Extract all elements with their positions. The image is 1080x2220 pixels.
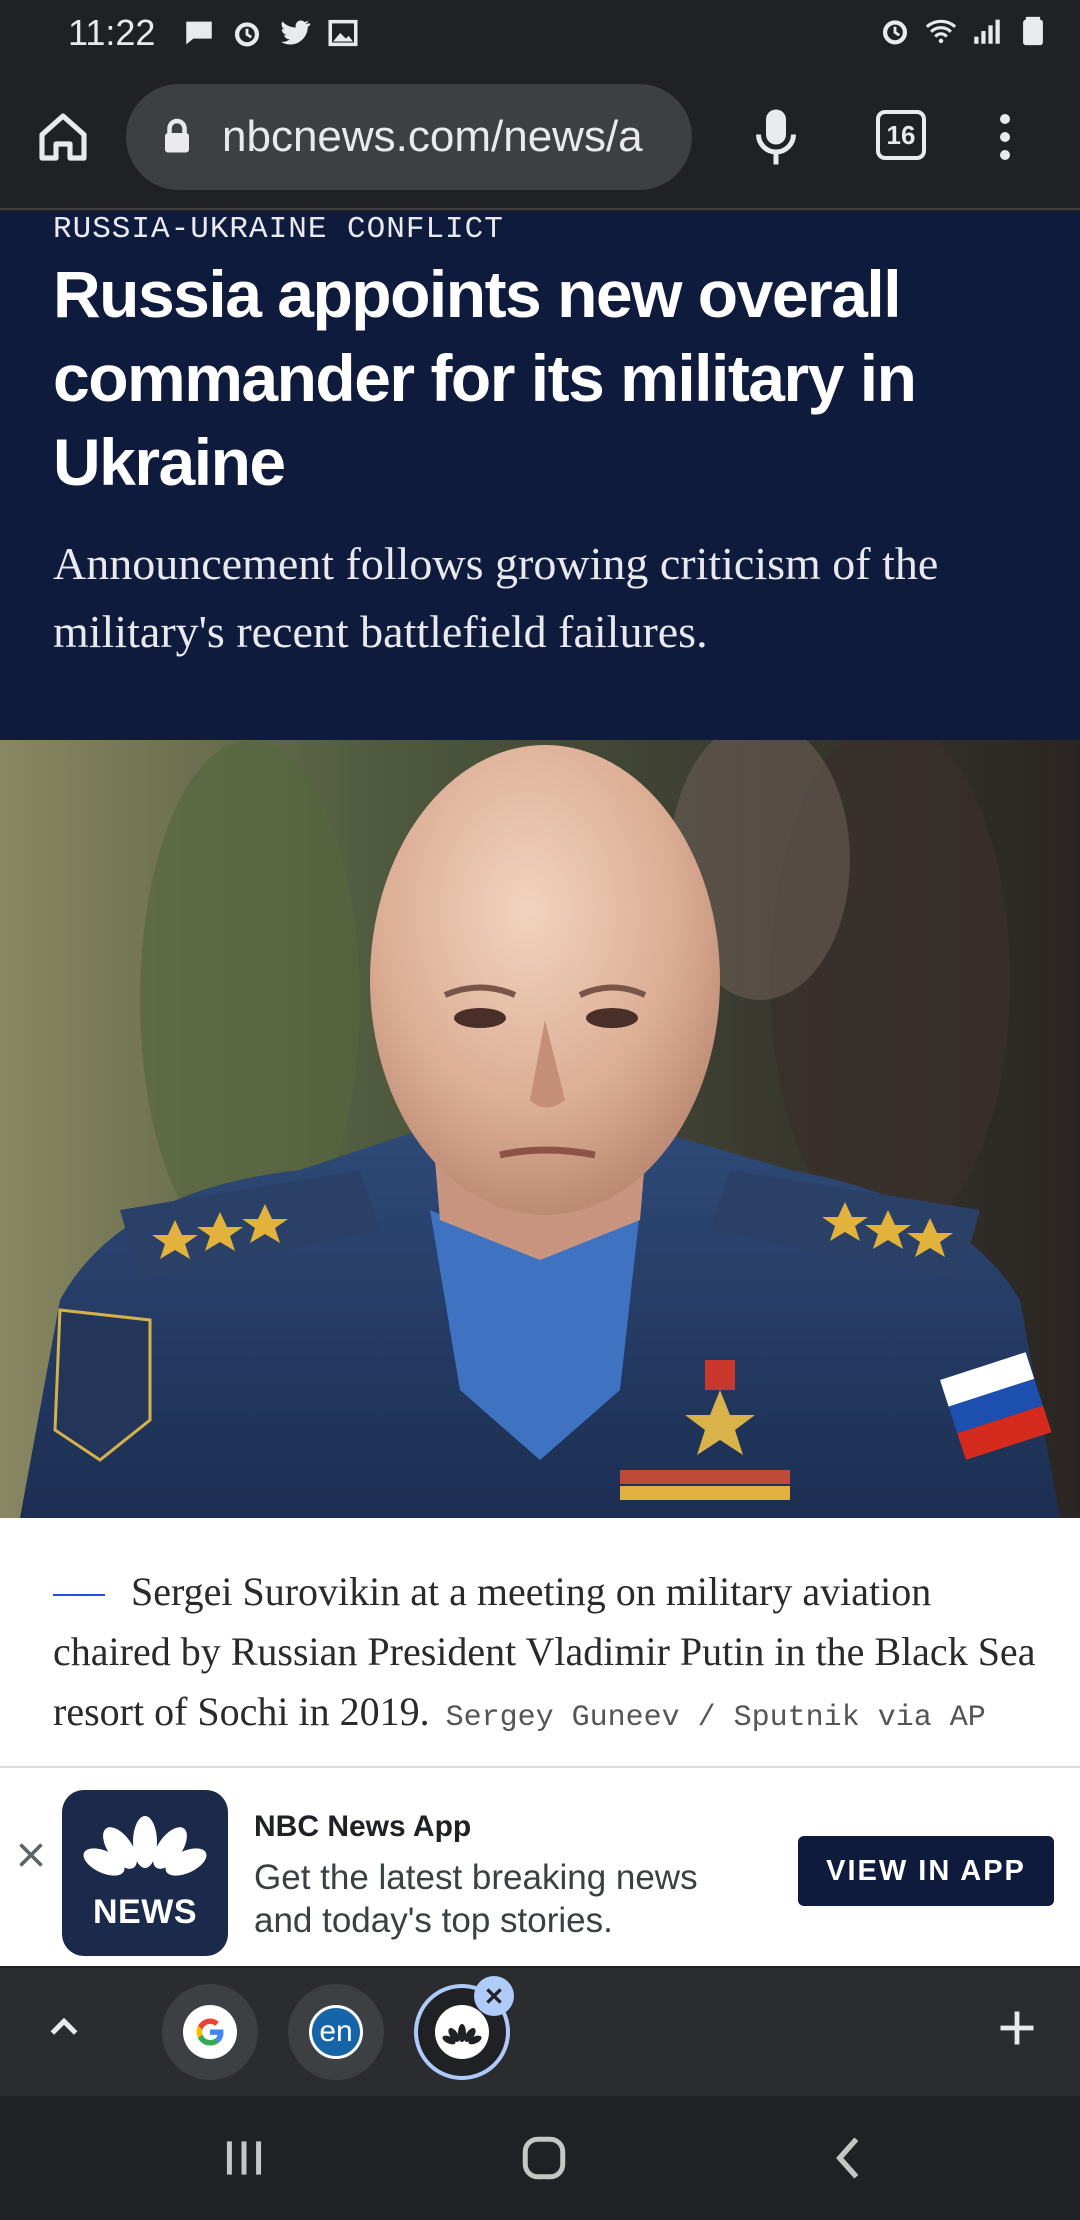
menu-dot — [1000, 150, 1010, 160]
browser-toolbar: nbcnews.com/news/a 16 — [0, 64, 1080, 210]
lock-icon — [165, 118, 189, 153]
close-icon — [19, 1843, 43, 1867]
back-button[interactable] — [808, 2126, 888, 2190]
battery-icon — [1023, 16, 1043, 46]
tab-google[interactable] — [162, 1984, 258, 2080]
new-tab-button[interactable] — [990, 1998, 1044, 2058]
app-description: Get the latest breaking news and today's… — [254, 1858, 698, 1940]
status-bar: 11:22 — [0, 0, 1080, 64]
status-time: 11:22 — [68, 12, 156, 53]
plus-icon — [1000, 2011, 1034, 2045]
article-headline: Russia appoints new overall commander fo… — [53, 257, 917, 499]
voice-search-button[interactable] — [746, 104, 806, 170]
tab-en[interactable]: en — [288, 1984, 384, 2080]
en-site-icon: en — [309, 2005, 363, 2059]
article-photo — [0, 740, 1080, 1518]
system-nav-bar — [0, 2096, 1080, 2220]
tab-switcher-button[interactable]: 16 — [876, 110, 926, 160]
tab-strip: en — [0, 1968, 1080, 2096]
nbc-peacock-icon — [435, 2005, 489, 2059]
url-text[interactable]: nbcnews.com/news/a — [222, 112, 643, 162]
portrait-image — [0, 740, 1080, 1518]
chat-icon — [186, 21, 212, 45]
section-label[interactable]: RUSSIA-UKRAINE CONFLICT — [53, 212, 504, 247]
en-site-label: en — [319, 2015, 353, 2048]
home-icon — [39, 113, 87, 161]
signal-icon — [974, 19, 1000, 44]
article-dek: Announcement follows growing criticism o… — [53, 538, 939, 657]
app-logo[interactable]: NEWS — [62, 1790, 228, 1956]
mic-icon — [756, 109, 796, 165]
alarm-icon — [882, 20, 908, 45]
menu-dot — [1000, 114, 1010, 124]
home-button[interactable] — [30, 104, 96, 170]
article-header: RUSSIA-UKRAINE CONFLICT Russia appoints … — [0, 212, 1080, 740]
chevron-up-icon — [50, 2017, 78, 2035]
close-icon — [486, 1988, 502, 2004]
notification-icons — [182, 16, 360, 50]
url-bar[interactable]: nbcnews.com/news/a — [126, 84, 692, 190]
system-icons — [878, 14, 1050, 48]
app-logo-text: NEWS — [93, 1893, 197, 1931]
view-in-app-button[interactable]: VIEW IN APP — [798, 1836, 1054, 1906]
google-icon — [183, 2005, 237, 2059]
recent-apps-button[interactable] — [204, 2126, 284, 2190]
alarm-icon — [234, 22, 260, 47]
photo-caption-area: Sergei Surovikin at a meeting on militar… — [0, 1518, 1080, 1768]
twitter-icon — [280, 20, 311, 45]
expand-tabs-button[interactable] — [44, 2008, 84, 2048]
recents-icon — [226, 2141, 262, 2175]
more-menu-button[interactable] — [980, 104, 1030, 170]
wifi-icon — [925, 19, 957, 44]
home-square-icon — [522, 2136, 566, 2180]
home-nav-button[interactable] — [504, 2126, 584, 2190]
image-icon — [328, 19, 358, 47]
app-name: NBC News App — [254, 1810, 472, 1843]
banner-close-button[interactable] — [14, 1840, 48, 1874]
menu-dot — [1000, 132, 1010, 142]
back-chevron-icon — [836, 2137, 859, 2179]
close-tab-button[interactable] — [474, 1976, 514, 2016]
app-install-banner: NEWS NBC News App Get the latest breakin… — [0, 1766, 1080, 1966]
peacock-icon — [83, 1816, 207, 1876]
photo-caption: Sergei Surovikin at a meeting on militar… — [53, 1562, 1043, 1768]
